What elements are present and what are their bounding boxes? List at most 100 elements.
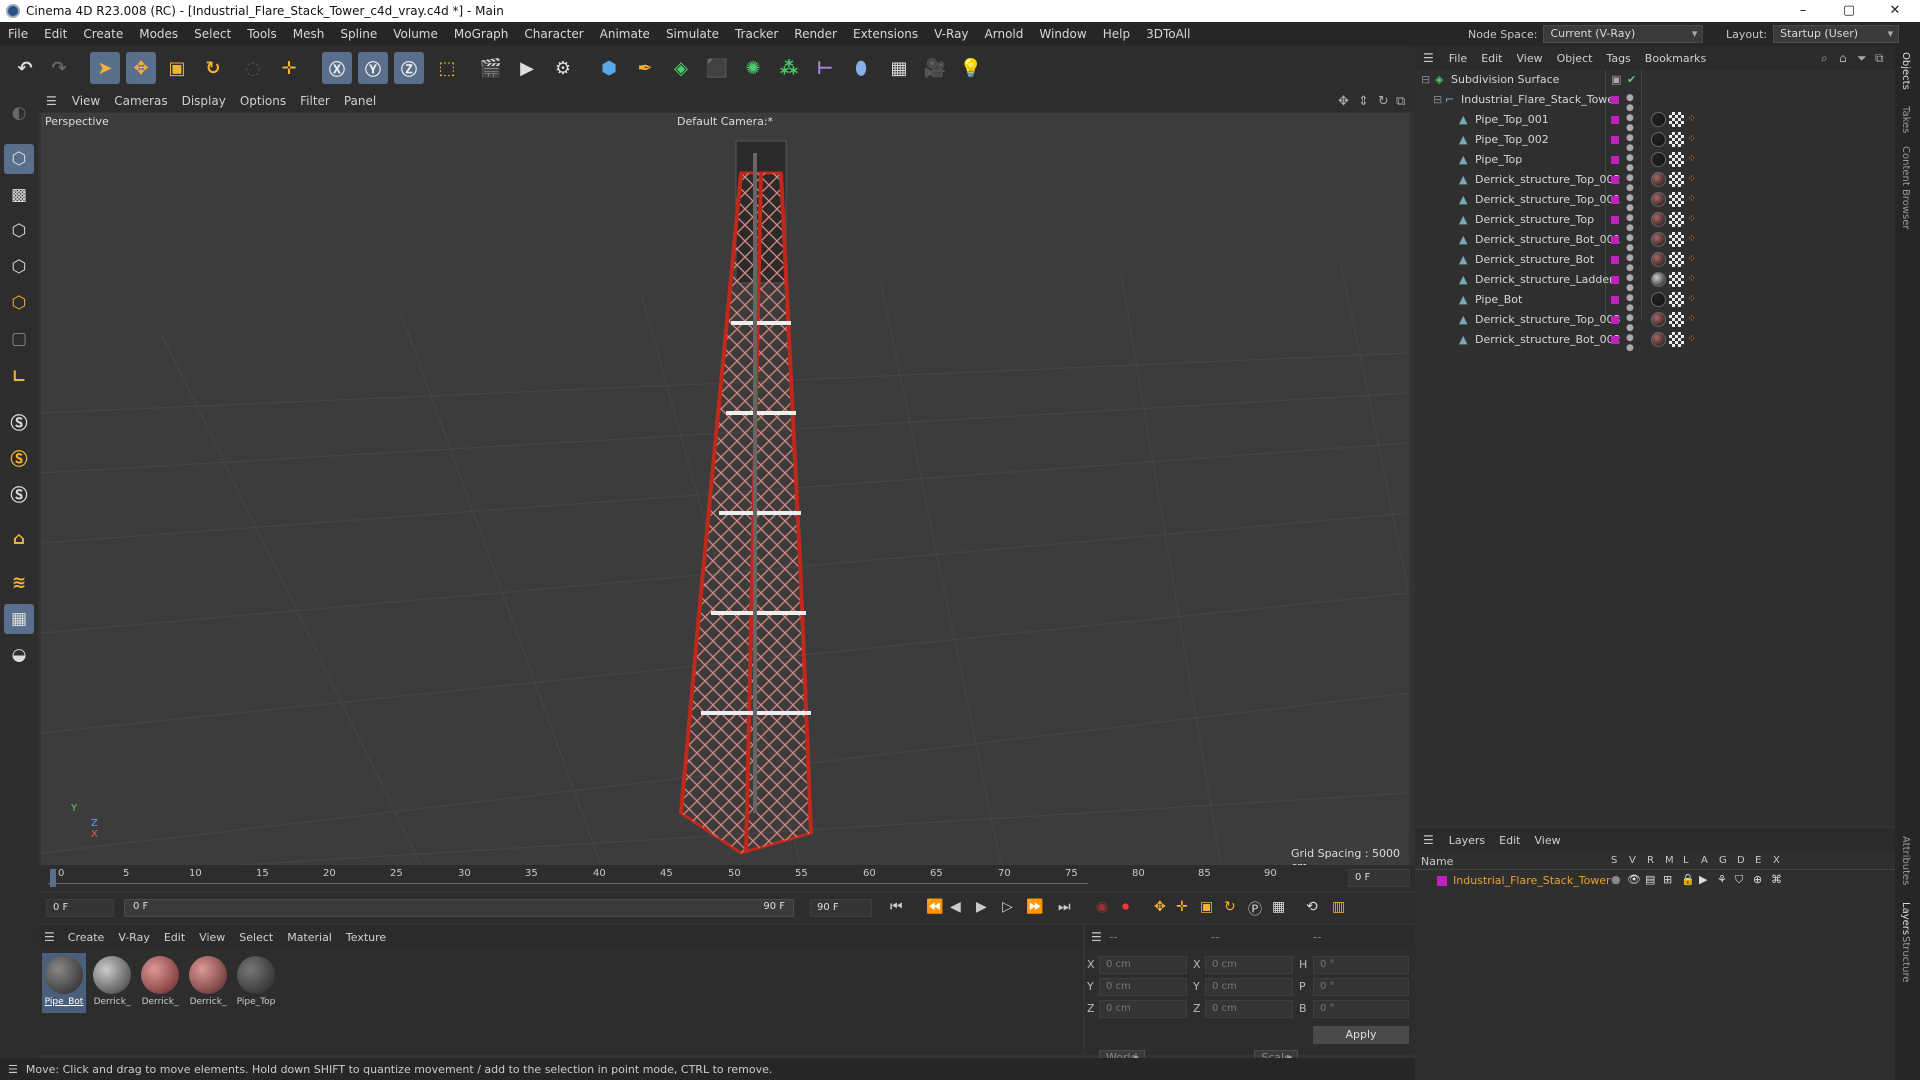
uvw-tag-icon[interactable]: ⁘ [1687, 272, 1696, 285]
layer-solo-icon[interactable]: ● [1611, 873, 1621, 886]
apply-button[interactable]: Apply [1313, 1026, 1409, 1044]
maximize-button[interactable]: ▢ [1826, 0, 1872, 22]
menu-edit[interactable]: Edit [36, 27, 75, 41]
search-icon[interactable]: ⌕ [1821, 51, 1828, 66]
home-icon[interactable]: ⌂ [1839, 51, 1847, 65]
object-row[interactable]: ▲ Pipe_Top ● ● ⁘ [1415, 150, 1895, 173]
texture-tag-icon[interactable] [1669, 292, 1684, 307]
layer-render-icon[interactable]: ▤ [1645, 873, 1655, 886]
cloner-icon[interactable]: ✺ [738, 52, 768, 84]
hamburger-icon[interactable]: ☰ [38, 94, 65, 108]
menu-3dtoall[interactable]: 3DToAll [1138, 27, 1198, 41]
texture-tag-icon[interactable] [1669, 212, 1684, 227]
uvw-tag-icon[interactable]: ⁘ [1687, 232, 1696, 245]
uvw-tag-icon[interactable]: ⁘ [1687, 332, 1696, 345]
layer-generators-icon[interactable]: ⚘ [1717, 873, 1727, 886]
menu-simulate[interactable]: Simulate [658, 27, 727, 41]
menu-spline[interactable]: Spline [332, 27, 385, 41]
material-menu-material[interactable]: Material [280, 931, 339, 944]
material-menu-view[interactable]: View [192, 931, 232, 944]
end-frame-field[interactable]: 90 F [810, 899, 872, 917]
layer-col-visible[interactable]: V [1629, 855, 1636, 866]
viewport-rotate-icon[interactable]: ↻ [1378, 94, 1389, 109]
rotation-b-field[interactable]: 0 ° [1313, 1000, 1409, 1018]
menu-create[interactable]: Create [75, 27, 131, 41]
texture-tag-icon[interactable] [1669, 312, 1684, 327]
menu-file[interactable]: File [0, 27, 36, 41]
subdivision-surface-icon[interactable]: ◈ [666, 52, 696, 84]
cube-object-icon[interactable]: ⬢ [594, 52, 624, 84]
x-axis-lock-icon[interactable]: Ⓧ [322, 52, 352, 84]
layer-menu-view[interactable]: View [1527, 834, 1567, 847]
workplane-snap-icon[interactable]: Ⓢ [4, 478, 34, 508]
material-menu-edit[interactable]: Edit [157, 931, 192, 944]
texture-tag-icon[interactable] [1669, 192, 1684, 207]
viewport-move-icon[interactable]: ✥ [1338, 94, 1349, 109]
object-row[interactable]: ▲ Derrick_structure_Bot_001 ● ● ⁘ [1415, 230, 1895, 253]
layer-col-animation[interactable]: A [1701, 855, 1708, 866]
menu-character[interactable]: Character [516, 27, 591, 41]
record-keys-icon[interactable]: ◉ [1096, 899, 1108, 915]
uvw-tag-icon[interactable]: ⁘ [1687, 132, 1696, 145]
camera-icon[interactable]: 🎥 [920, 52, 950, 84]
viewport-menu-filter[interactable]: Filter [293, 94, 337, 108]
object-row[interactable]: ▲ Derrick_structure_Top_003 ● ● ⁘ [1415, 310, 1895, 333]
layer-color-swatch[interactable] [1611, 296, 1619, 304]
object-row[interactable]: ▲ Pipe_Bot ● ● ⁘ [1415, 290, 1895, 313]
go-to-end-icon[interactable]: ⏭ [1058, 899, 1071, 915]
material-menu-vray[interactable]: V-Ray [111, 931, 157, 944]
menu-extensions[interactable]: Extensions [845, 27, 926, 41]
layer-xref-icon[interactable]: ⌘ [1771, 873, 1782, 886]
menu-tracker[interactable]: Tracker [727, 27, 786, 41]
layout-select[interactable]: Startup (User) [1773, 25, 1900, 43]
texture-mode-icon[interactable]: ▩ [4, 180, 34, 210]
object-row-subdivision-surface[interactable]: ⊟ ◈ Subdivision Surface ▣ ✔ [1415, 70, 1895, 90]
3d-viewport[interactable]: Perspective Default Camera:* Grid Spacin… [41, 113, 1409, 865]
layer-lock-icon[interactable]: 🔒 [1681, 873, 1695, 886]
close-button[interactable]: ✕ [1872, 0, 1918, 22]
move-tool-icon[interactable]: ✥ [126, 52, 156, 84]
mograph-icon[interactable]: ⁂ [774, 52, 804, 84]
rotate-tool-icon[interactable]: ↻ [198, 52, 228, 84]
size-z-field[interactable]: 0 cm [1205, 1000, 1293, 1018]
timeline-playhead[interactable] [50, 869, 56, 887]
extrude-generator-icon[interactable]: ⬛ [702, 52, 732, 84]
uvw-tag-icon[interactable]: ⁘ [1687, 212, 1696, 225]
layer-hamburger-icon[interactable]: ☰ [1415, 833, 1442, 847]
redo-icon[interactable]: ↷ [44, 52, 74, 84]
status-hamburger-icon[interactable]: ☰ [0, 1063, 26, 1076]
key-move-icon[interactable]: ✛ [1176, 899, 1188, 915]
select-tool-icon[interactable]: ➤ [90, 52, 120, 84]
material-swatch[interactable]: Pipe_Bot [42, 953, 86, 1013]
layer-color-swatch[interactable] [1611, 136, 1619, 144]
menu-animate[interactable]: Animate [592, 27, 658, 41]
camera-name[interactable]: Default Camera:* [677, 115, 773, 128]
tab-layers[interactable]: Layers [1900, 902, 1911, 935]
current-frame-field[interactable]: 0 F [1348, 869, 1410, 887]
play-icon[interactable]: ▶ [976, 899, 987, 915]
menu-select[interactable]: Select [186, 27, 239, 41]
viewport-menu-cameras[interactable]: Cameras [107, 94, 174, 108]
previous-key-icon[interactable]: ⏪ [926, 899, 943, 915]
material-swatch[interactable]: Pipe_Top [234, 953, 278, 1013]
object-menu-bookmarks[interactable]: Bookmarks [1638, 52, 1713, 65]
object-row[interactable]: ▲ Pipe_Top_002 ● ● ⁘ [1415, 130, 1895, 153]
pen-spline-icon[interactable]: ✒ [630, 52, 660, 84]
layer-color-swatch[interactable] [1611, 276, 1619, 284]
deformer-icon[interactable]: ⊢ [810, 52, 840, 84]
layer-menu-edit[interactable]: Edit [1492, 834, 1527, 847]
material-swatch[interactable]: Derrick_ [186, 953, 230, 1013]
minimize-button[interactable]: – [1780, 0, 1826, 22]
material-swatch[interactable]: Derrick_ [138, 953, 182, 1013]
uvw-tag-icon[interactable]: ⁘ [1687, 152, 1696, 165]
layer-row[interactable]: Industrial_Flare_Stack_Tower ● 👁 ▤ ⊞ 🔒 ▶… [1415, 872, 1895, 890]
floor-icon[interactable]: ▦ [884, 52, 914, 84]
layer-col-solo[interactable]: S [1611, 855, 1617, 866]
flare-stack-tower[interactable] [679, 140, 813, 855]
next-key-icon[interactable]: ⏩ [1026, 899, 1043, 915]
coords-hamburger-icon[interactable]: ☰ [1085, 930, 1108, 944]
menu-render[interactable]: Render [786, 27, 845, 41]
layer-col-xref[interactable]: X [1773, 855, 1780, 866]
material-tag-icon[interactable] [1651, 132, 1666, 147]
key-position-icon[interactable]: ✥ [1154, 899, 1166, 915]
